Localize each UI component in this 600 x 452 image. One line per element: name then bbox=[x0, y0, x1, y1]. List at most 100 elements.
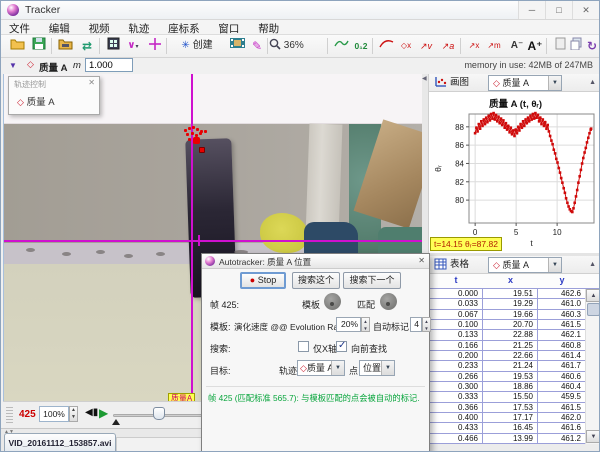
coordinate-y-axis[interactable] bbox=[191, 74, 193, 397]
velocity-vectors-icon[interactable]: ↗v bbox=[416, 37, 436, 56]
acceleration-vectors-icon[interactable]: ↗a bbox=[438, 37, 458, 56]
step-numbers-icon[interactable]: 0₁2 bbox=[351, 37, 371, 56]
table-row[interactable]: 0.46613.99461.2 bbox=[429, 434, 585, 444]
scrollbar-thumb[interactable] bbox=[587, 303, 600, 316]
rate-spinner[interactable]: ▲▼ bbox=[69, 406, 78, 422]
table-row[interactable]: 0.00019.51462.6 bbox=[429, 289, 585, 299]
table-track-dropdown[interactable]: ◇ 质量 A▼ bbox=[488, 257, 562, 273]
x-axis-only-checkbox[interactable] bbox=[298, 341, 309, 352]
svg-text:82: 82 bbox=[455, 178, 464, 187]
target-track-dropdown[interactable]: ◇质量 A▼ bbox=[297, 360, 345, 376]
table-row[interactable]: 0.30018.86460.4 bbox=[429, 382, 585, 392]
open-video-icon[interactable] bbox=[55, 37, 75, 56]
divider-collapse-icon[interactable]: ◀ bbox=[422, 75, 427, 82]
close-button[interactable]: ✕ bbox=[572, 1, 599, 19]
column-y[interactable]: y bbox=[538, 275, 586, 285]
menu-coords[interactable]: 座标系 bbox=[160, 20, 208, 36]
template-image[interactable] bbox=[324, 293, 341, 310]
track-menu-arrow-icon[interactable]: ▼ bbox=[9, 61, 17, 70]
plot-collapse-icon[interactable]: ▲ bbox=[589, 79, 596, 86]
save-icon[interactable] bbox=[29, 37, 49, 56]
column-x[interactable]: x bbox=[483, 275, 538, 285]
font-bigger-icon[interactable]: A⁺ bbox=[525, 37, 545, 56]
table-scrollbar[interactable]: ▲ ▼ bbox=[585, 289, 600, 444]
refresh-icon[interactable]: ↻ bbox=[582, 37, 600, 56]
column-t[interactable]: t bbox=[429, 275, 483, 285]
menu-window[interactable]: 窗口 bbox=[210, 20, 247, 36]
track-control-close-icon[interactable]: ✕ bbox=[88, 78, 95, 87]
calibration-tools-icon[interactable]: ∨▾ bbox=[123, 37, 143, 56]
look-ahead-checkbox[interactable] bbox=[336, 341, 347, 352]
table-row[interactable]: 0.20022.66461.4 bbox=[429, 351, 585, 361]
autotracker-title-bar[interactable]: Autotracker: 质量 A 位置 ✕ bbox=[202, 254, 429, 269]
in-point-marker-icon[interactable] bbox=[112, 419, 120, 425]
menu-help[interactable]: 帮助 bbox=[250, 20, 287, 36]
create-track-button[interactable]: ✳ 创建 bbox=[171, 37, 223, 56]
axes-icon[interactable] bbox=[145, 37, 165, 56]
table-row[interactable]: 0.10020.70461.5 bbox=[429, 320, 585, 330]
table-row[interactable]: 0.13322.88462.1 bbox=[429, 330, 585, 340]
table-row[interactable]: 0.26619.53460.6 bbox=[429, 372, 585, 382]
table-row[interactable]: 0.23321.24461.7 bbox=[429, 361, 585, 371]
target-point-dropdown[interactable]: 位置▼ bbox=[359, 360, 395, 376]
open-file-icon[interactable] bbox=[7, 37, 27, 56]
table-row[interactable]: 0.36617.53461.5 bbox=[429, 403, 585, 413]
zoom-button[interactable]: 36% bbox=[269, 37, 325, 56]
autotracker-close-icon[interactable]: ✕ bbox=[418, 256, 425, 265]
table-cell: 0.133 bbox=[429, 330, 483, 340]
current-track-label[interactable]: 质量 A bbox=[39, 60, 68, 74]
menu-track[interactable]: 轨迹 bbox=[120, 20, 157, 36]
menu-edit[interactable]: 编辑 bbox=[41, 20, 78, 36]
table-row[interactable]: 0.43316.45461.6 bbox=[429, 423, 585, 433]
search-this-button[interactable]: 搜索这个 bbox=[292, 272, 340, 289]
floor-mark bbox=[156, 252, 165, 256]
table-collapse-icon[interactable]: ▲ bbox=[589, 261, 596, 268]
track-control-item[interactable]: ◇ 质量 A bbox=[17, 94, 55, 108]
vector-sum-icon[interactable]: ↗x bbox=[464, 37, 484, 56]
clip-settings-icon[interactable] bbox=[103, 37, 123, 56]
table-row[interactable]: 0.33315.50459.5 bbox=[429, 392, 585, 402]
positions-icon[interactable]: ◇x bbox=[396, 37, 416, 56]
path-icon[interactable] bbox=[376, 37, 396, 56]
trails-icon[interactable] bbox=[331, 37, 351, 56]
plot-view-button[interactable]: 画图 bbox=[450, 76, 469, 90]
coordinate-x-axis[interactable] bbox=[4, 240, 422, 242]
maximize-button[interactable]: □ bbox=[545, 1, 572, 19]
stop-button[interactable]: ● Stop bbox=[240, 272, 286, 289]
play-button[interactable]: ▶ bbox=[99, 406, 108, 420]
minimize-button[interactable]: ─ bbox=[518, 1, 545, 19]
table-row[interactable]: 0.03319.29461.0 bbox=[429, 299, 585, 309]
menu-file[interactable]: 文件 bbox=[1, 20, 38, 36]
floor-mark bbox=[26, 248, 35, 252]
evolution-rate-spinner[interactable]: ▲▼ bbox=[361, 317, 370, 332]
search-next-button[interactable]: 搜索下一个 bbox=[343, 272, 401, 289]
search-target-mark[interactable] bbox=[199, 147, 205, 153]
menu-video[interactable]: 视频 bbox=[81, 20, 118, 36]
center-of-mass-icon[interactable]: ↗m bbox=[484, 37, 504, 56]
plot-area[interactable]: 质量 A (t, θᵣ) 05108082848688tθᵣ t=14.15 θ… bbox=[428, 92, 600, 253]
video-file-tab[interactable]: VID_20161112_153857.avi bbox=[4, 433, 116, 452]
table-row[interactable]: 0.06719.66460.3 bbox=[429, 310, 585, 320]
frame-slider-thumb[interactable] bbox=[153, 407, 165, 420]
tracker-logo-icon bbox=[7, 4, 19, 16]
automark-field[interactable]: 4 bbox=[410, 317, 422, 332]
scroll-down-icon[interactable]: ▼ bbox=[586, 430, 600, 443]
current-track-point[interactable] bbox=[193, 137, 200, 144]
match-image[interactable] bbox=[380, 293, 397, 310]
filmstrip-icon[interactable] bbox=[227, 37, 247, 56]
evolution-rate-field[interactable]: 20% bbox=[336, 317, 361, 332]
plot-track-dropdown[interactable]: ◇ 质量 A▼ bbox=[488, 75, 562, 91]
mass-value-input[interactable] bbox=[85, 58, 133, 72]
reset-frame-button[interactable]: ◀▮ bbox=[85, 407, 98, 418]
track-control-icon[interactable]: ✎ bbox=[247, 37, 267, 56]
scroll-up-icon[interactable]: ▲ bbox=[586, 289, 600, 302]
table-row[interactable]: 0.40017.17462.0 bbox=[429, 413, 585, 423]
data-table[interactable]: 0.00019.51462.60.03319.29461.00.06719.66… bbox=[428, 289, 585, 444]
table-view-button[interactable]: 表格 bbox=[450, 258, 469, 272]
table-row[interactable]: 0.16621.25460.8 bbox=[429, 341, 585, 351]
player-grip[interactable] bbox=[6, 407, 13, 423]
play-rate-field[interactable]: 100% bbox=[39, 406, 69, 422]
automark-spinner[interactable]: ▲▼ bbox=[422, 317, 431, 332]
font-smaller-icon[interactable]: A⁻ bbox=[507, 37, 527, 56]
reload-video-icon[interactable]: ⇄ bbox=[77, 37, 97, 56]
